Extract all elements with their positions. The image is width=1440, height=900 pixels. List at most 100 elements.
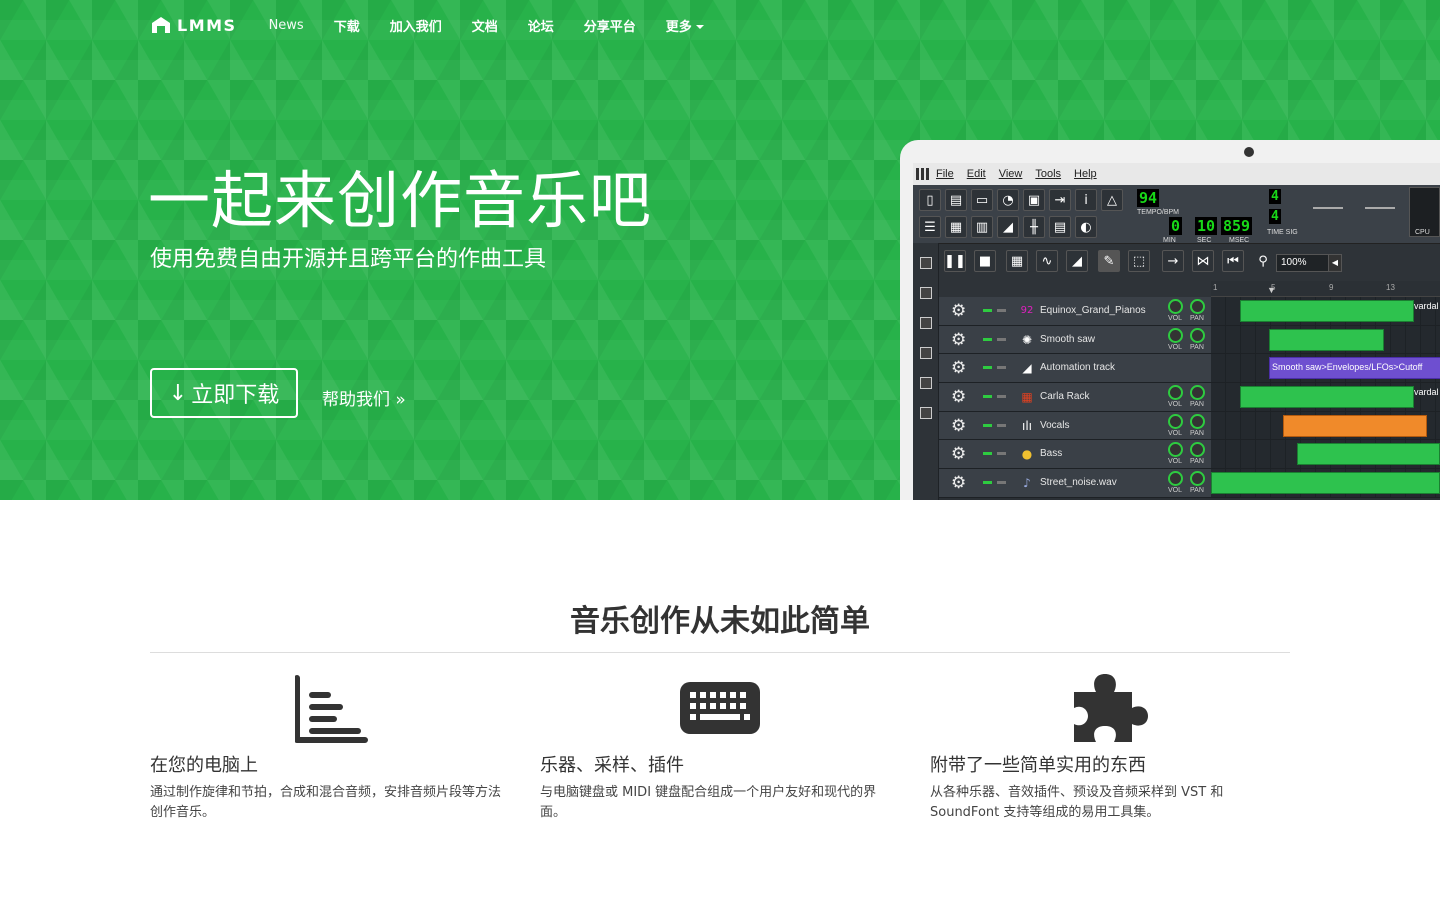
mute-toggle[interactable] (983, 309, 992, 312)
vol-knob[interactable] (1168, 413, 1183, 429)
track-row[interactable]: ⚙ ılı Vocals VOL PAN (939, 411, 1440, 441)
playhead-marker-icon[interactable]: ▼ (1267, 285, 1276, 295)
mixer-icon[interactable]: ╫ (1023, 216, 1045, 238)
pan-knob[interactable] (1190, 299, 1205, 314)
mute-toggle[interactable] (983, 481, 992, 485)
pan-knob[interactable] (1190, 385, 1205, 401)
track-row[interactable]: ⚙ ● Bass VOL PAN (939, 440, 1440, 470)
nav-forum[interactable]: 论坛 (528, 16, 554, 35)
gear-icon[interactable]: ⚙ (951, 330, 966, 350)
nav-more-dropdown[interactable]: 更多 (666, 16, 704, 35)
pattern-clip[interactable] (1297, 443, 1440, 466)
notes-icon[interactable]: ▤ (1049, 216, 1071, 238)
side-computer-icon[interactable] (920, 407, 932, 419)
pan-knob[interactable] (1190, 413, 1205, 429)
menu-tools[interactable]: Tools (1035, 168, 1061, 180)
track-name[interactable]: Bass (1040, 448, 1062, 459)
gear-icon[interactable]: ⚙ (951, 473, 966, 493)
vol-knob[interactable] (1168, 385, 1183, 401)
auto-scroll-icon[interactable]: → (1162, 250, 1184, 272)
rewind-icon[interactable]: ⏮ (1222, 250, 1244, 272)
track-name[interactable]: Carla Rack (1040, 391, 1089, 402)
track-name[interactable]: Automation track (1040, 362, 1115, 373)
new-template-icon[interactable]: ▤ (945, 189, 967, 211)
nav-news[interactable]: News (269, 18, 304, 33)
track-lane[interactable]: vardal (1211, 383, 1440, 411)
info-icon[interactable]: i (1075, 189, 1097, 211)
timeline-ruler[interactable]: 1 5 9 13 ▼ (1211, 281, 1440, 297)
side-instrument-icon[interactable] (920, 257, 932, 269)
pan-knob[interactable] (1190, 442, 1205, 458)
solo-toggle[interactable] (997, 481, 1006, 485)
menu-file[interactable]: File (936, 168, 954, 180)
zoom-select[interactable]: 100% (1276, 254, 1336, 272)
recent-icon[interactable]: ◔ (997, 189, 1019, 211)
vol-knob[interactable] (1168, 471, 1183, 487)
vol-knob[interactable] (1168, 327, 1183, 343)
menu-help[interactable]: Help (1074, 168, 1097, 180)
track-row[interactable]: ⚙ ♪ Street_noise.wav VOL PAN (939, 469, 1440, 498)
side-presets-icon[interactable] (920, 347, 932, 359)
nav-docs[interactable]: 文档 (472, 16, 498, 35)
track-lane[interactable] (1211, 325, 1440, 354)
solo-toggle[interactable] (997, 366, 1006, 370)
gear-icon[interactable]: ⚙ (951, 358, 966, 378)
track-name[interactable]: Street_noise.wav (1040, 477, 1117, 488)
pan-knob[interactable] (1190, 327, 1205, 343)
export-icon[interactable]: ⇥ (1049, 189, 1071, 211)
track-lane[interactable] (1211, 440, 1440, 469)
download-button[interactable]: ↓ 立即下载 (150, 368, 298, 418)
mute-toggle[interactable] (983, 337, 992, 341)
add-automation-track-icon[interactable]: ◢ (1066, 250, 1088, 272)
add-beat-track-icon[interactable]: ▦ (1006, 250, 1028, 272)
track-name[interactable]: Vocals (1040, 420, 1069, 431)
side-projects-icon[interactable] (920, 287, 932, 299)
piano-roll-icon[interactable]: ▥ (971, 216, 993, 238)
side-home-icon[interactable] (920, 377, 932, 389)
pattern-clip[interactable] (1211, 472, 1440, 495)
nav-join[interactable]: 加入我们 (390, 16, 442, 35)
nav-share[interactable]: 分享平台 (584, 16, 636, 35)
menu-view[interactable]: View (999, 168, 1023, 180)
gear-icon[interactable]: ⚙ (951, 301, 966, 321)
automation-editor-icon[interactable]: ◢ (997, 216, 1019, 238)
vol-knob[interactable] (1168, 299, 1183, 314)
track-name[interactable]: Equinox_Grand_Pianos (1040, 305, 1146, 316)
track-lane[interactable]: vardal (1211, 297, 1440, 325)
solo-toggle[interactable] (997, 423, 1006, 427)
pattern-clip[interactable] (1240, 386, 1414, 409)
tempo-display[interactable]: 94 (1137, 189, 1160, 207)
timesig-top[interactable]: 4 (1269, 189, 1281, 204)
open-folder-icon[interactable]: ▭ (971, 189, 993, 211)
help-us-link[interactable]: 帮助我们 » (322, 385, 406, 410)
track-row[interactable]: ⚙ 92 Equinox_Grand_Pianos VOL PAN vardal (939, 297, 1440, 326)
zoom-dropdown-icon[interactable]: ◀ (1328, 254, 1342, 272)
gear-icon[interactable]: ⚙ (951, 444, 966, 464)
solo-toggle[interactable] (997, 452, 1006, 456)
timesig-bottom[interactable]: 4 (1269, 209, 1281, 224)
master-volume-slider[interactable] (1313, 207, 1343, 209)
track-lane[interactable]: Smooth saw>Envelopes/LFOs>Cutoff (1211, 354, 1440, 383)
track-row[interactable]: ⚙ ✺ Smooth saw VOL PAN (939, 325, 1440, 355)
gear-icon[interactable]: ⚙ (951, 416, 966, 436)
track-name[interactable]: Smooth saw (1040, 334, 1095, 345)
lmms-logo[interactable]: LMMS (150, 15, 237, 35)
automation-clip[interactable]: Smooth saw>Envelopes/LFOs>Cutoff (1269, 357, 1440, 380)
side-samples-icon[interactable] (920, 317, 932, 329)
controller-icon[interactable]: ◐ (1075, 216, 1097, 238)
track-lane[interactable] (1211, 411, 1440, 440)
menu-edit[interactable]: Edit (967, 168, 986, 180)
pattern-clip[interactable] (1240, 300, 1414, 322)
track-row[interactable]: ⚙ ◢ Automation track Smooth saw>Envelope… (939, 354, 1440, 384)
master-pitch-slider[interactable] (1365, 207, 1395, 209)
select-mode-icon[interactable]: ⬚ (1128, 250, 1150, 272)
metronome-icon[interactable]: △ (1101, 189, 1123, 211)
nav-download[interactable]: 下载 (334, 16, 360, 35)
loop-points-icon[interactable]: ⋈ (1192, 250, 1214, 272)
mute-toggle[interactable] (983, 395, 992, 399)
pattern-clip[interactable] (1269, 328, 1384, 351)
mute-toggle[interactable] (983, 423, 992, 427)
song-editor-icon[interactable]: ☰ (919, 216, 941, 238)
gear-icon[interactable]: ⚙ (951, 387, 966, 407)
sample-clip[interactable] (1283, 414, 1427, 437)
